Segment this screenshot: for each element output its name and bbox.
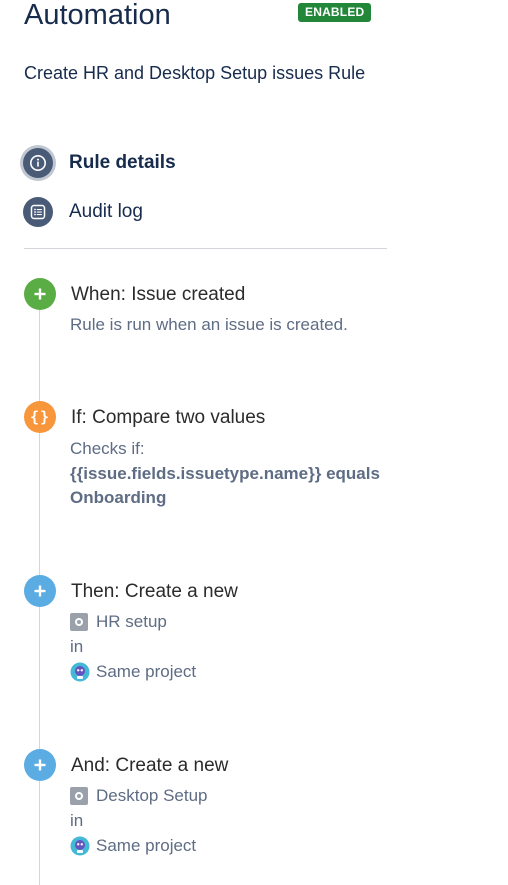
status-badge: ENABLED xyxy=(298,3,372,22)
rule-name: Create HR and Desktop Setup issues Rule xyxy=(24,63,366,83)
condition-braces-icon[interactable]: {} xyxy=(24,401,56,433)
project-avatar-icon xyxy=(70,836,90,856)
list-icon xyxy=(23,197,53,227)
action-issue-type: Desktop Setup xyxy=(70,784,208,808)
info-icon xyxy=(23,148,53,178)
action-plus-icon[interactable] xyxy=(24,575,56,607)
action-project: Same project xyxy=(70,660,196,684)
action-project: Same project xyxy=(70,834,196,858)
issue-type-label: HR setup xyxy=(96,612,167,631)
project-label: Same project xyxy=(96,836,197,855)
nav-item-label: Audit log xyxy=(69,201,143,222)
project-avatar-icon xyxy=(70,662,90,682)
action-in-label: in xyxy=(70,635,83,659)
trigger-description: Rule is run when an issue is created. xyxy=(70,315,348,334)
in-label: in xyxy=(70,637,84,656)
nav-item-label: Rule details xyxy=(69,152,176,173)
in-label: in xyxy=(70,811,84,830)
action-plus-icon[interactable] xyxy=(24,749,56,781)
action-title[interactable]: Then: Create a new xyxy=(71,580,238,604)
page-title: Automation xyxy=(24,0,171,31)
condition-description: Checks if: xyxy=(70,439,145,458)
nav-item-rule-details[interactable]: Rule details xyxy=(23,147,176,179)
action-title[interactable]: And: Create a new xyxy=(71,754,228,778)
condition-expression: {{issue.fields.issuetype.name}} equals O… xyxy=(70,464,380,507)
issue-type-icon xyxy=(70,787,88,805)
trigger-title[interactable]: When: Issue created xyxy=(71,283,245,307)
project-label: Same project xyxy=(96,662,197,681)
divider xyxy=(24,248,387,249)
condition-title[interactable]: If: Compare two values xyxy=(71,406,265,430)
nav-item-audit-log[interactable]: Audit log xyxy=(23,196,143,228)
action-issue-type: HR setup xyxy=(70,610,167,634)
trigger-plus-icon[interactable] xyxy=(24,278,56,310)
action-in-label: in xyxy=(70,809,83,833)
issue-type-label: Desktop Setup xyxy=(96,786,208,805)
issue-type-icon xyxy=(70,613,88,631)
